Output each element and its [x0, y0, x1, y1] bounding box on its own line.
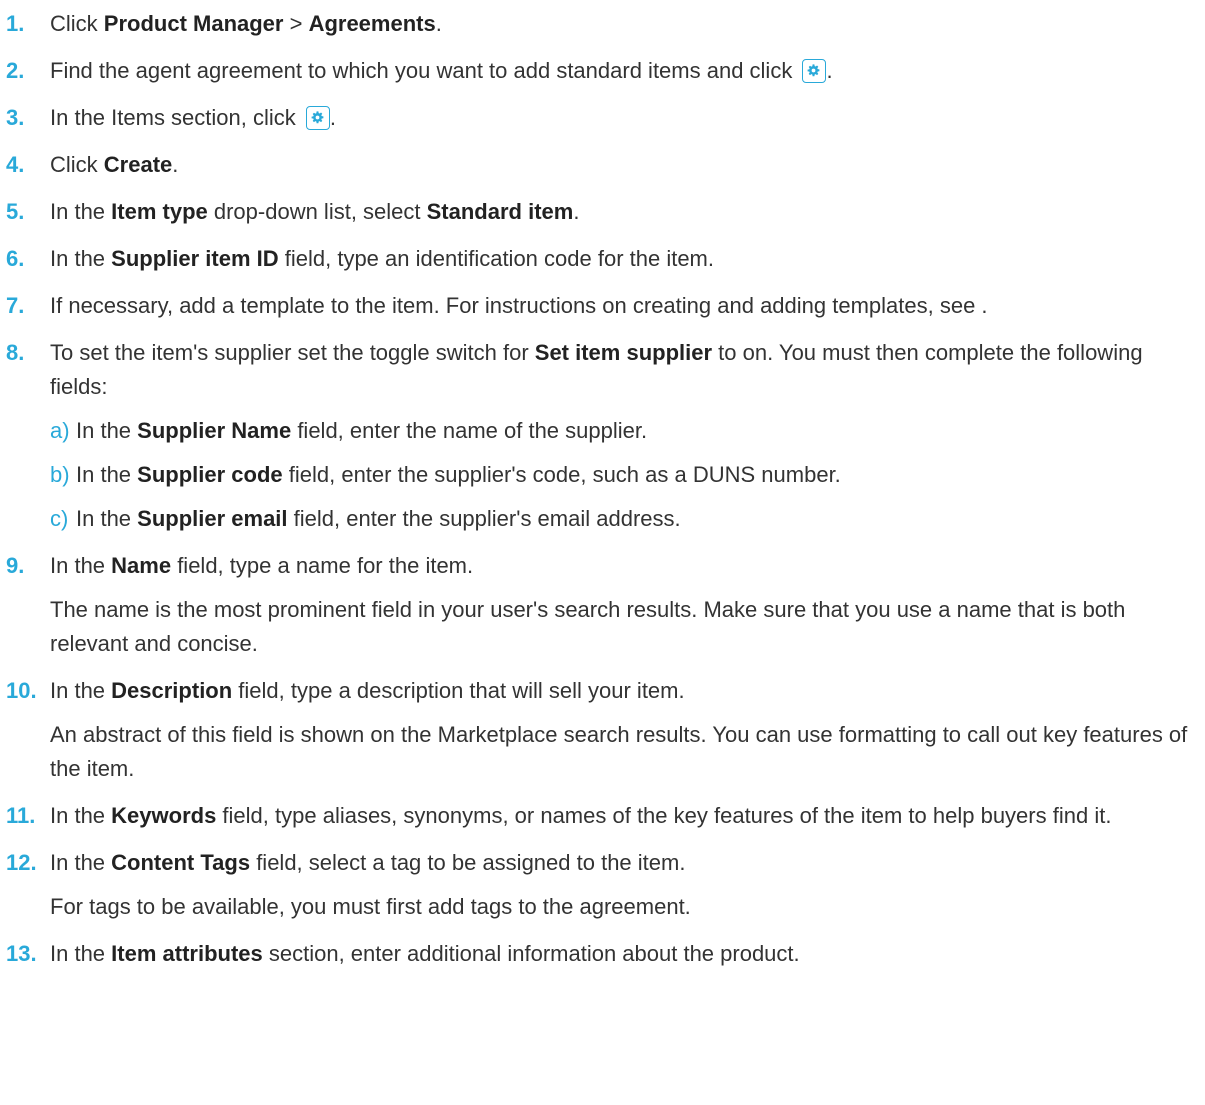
field-name: Supplier item ID: [111, 246, 279, 271]
step-text: In the: [50, 199, 112, 224]
field-name: Content Tags: [111, 850, 251, 875]
step-note: For tags to be available, you must first…: [50, 894, 691, 919]
step-text: .: [435, 11, 442, 36]
field-name: Supplier code: [137, 462, 283, 487]
field-name: Name: [111, 553, 172, 578]
step-5: 5. In the Item type drop-down list, sele…: [0, 195, 1200, 229]
substep-letter: c): [50, 506, 69, 531]
step-12: 12. In the Content Tags field, select a …: [0, 846, 1200, 924]
gear-icon: [311, 111, 324, 124]
step-text: drop-down list, select: [207, 199, 427, 224]
step-text: field, type a description that will sell…: [232, 678, 685, 703]
step-text: In the: [50, 553, 112, 578]
settings-button[interactable]: [802, 59, 827, 83]
step-text: Find the agent agreement to which you wa…: [50, 58, 799, 83]
step-11: 11. In the Keywords field, type aliases,…: [0, 799, 1200, 833]
step-number: 7.: [6, 293, 25, 318]
step-text: In the: [50, 941, 112, 966]
step-text: If necessary, add a template to the item…: [50, 293, 988, 318]
step-text: .: [573, 199, 580, 224]
step-number: 3.: [6, 105, 25, 130]
step-2: 2. Find the agent agreement to which you…: [0, 54, 1200, 88]
step-text: field, enter the supplier's code, such a…: [282, 462, 841, 487]
step-text: In the: [50, 678, 112, 703]
substep-letter: b): [50, 462, 70, 487]
step-10: 10. In the Description field, type a des…: [0, 674, 1200, 786]
step-text: In the: [50, 850, 112, 875]
step-6: 6. In the Supplier item ID field, type a…: [0, 242, 1200, 276]
gear-icon: [808, 64, 820, 77]
step-text: In the: [76, 462, 138, 487]
substep-c: c) In the Supplier email field, enter th…: [50, 502, 1200, 536]
step-note: An abstract of this field is shown on th…: [50, 722, 1188, 781]
step-text: Click: [50, 152, 104, 177]
step-number: 2.: [6, 58, 25, 83]
step-text: In the Items section, click: [50, 105, 302, 130]
create-label: Create: [103, 152, 173, 177]
step-9: 9. In the Name field, type a name for th…: [0, 549, 1200, 661]
field-name: Item type: [111, 199, 208, 224]
step-number: 10.: [6, 678, 37, 703]
step-number: 6.: [6, 246, 25, 271]
step-7: 7. If necessary, add a template to the i…: [0, 289, 1200, 323]
step-number: 1.: [6, 11, 25, 36]
step-text: field, enter the supplier's email addres…: [287, 506, 681, 531]
step-number: 4.: [6, 152, 25, 177]
field-name: Description: [111, 678, 233, 703]
settings-button[interactable]: [305, 106, 330, 130]
step-1: 1. Click Product Manager > Agreements.: [0, 7, 1200, 41]
step-text: In the: [50, 803, 112, 828]
step-text: field, type aliases, synonyms, or names …: [216, 803, 1112, 828]
step-text: .: [329, 105, 336, 130]
step-number: 5.: [6, 199, 25, 224]
step-text: field, type an identification code for t…: [278, 246, 714, 271]
step-text: field, select a tag to be assigned to th…: [250, 850, 686, 875]
step-3: 3. In the Items section, click .: [0, 101, 1200, 135]
step-text: field, type a name for the item.: [171, 553, 474, 578]
step-text: section, enter additional information ab…: [262, 941, 800, 966]
field-name: Set item supplier: [534, 340, 713, 365]
step-text: .: [172, 152, 179, 177]
step-text: >: [283, 11, 309, 36]
menu-agreements: Agreements: [308, 11, 436, 36]
step-number: 12.: [6, 850, 37, 875]
step-text: In the: [76, 506, 138, 531]
step-8: 8. To set the item's supplier set the to…: [0, 336, 1200, 536]
step-note: The name is the most prominent field in …: [50, 597, 1126, 656]
option-name: Standard item: [426, 199, 574, 224]
field-name: Supplier email: [137, 506, 288, 531]
step-text: To set the item's supplier set the toggl…: [50, 340, 535, 365]
step-13: 13. In the Item attributes section, ente…: [0, 937, 1200, 971]
step-text: .: [826, 58, 833, 83]
step-number: 11.: [6, 803, 36, 828]
substep-letter: a): [50, 418, 70, 443]
substep-b: b) In the Supplier code field, enter the…: [50, 458, 1200, 492]
field-name: Keywords: [111, 803, 217, 828]
field-name: Supplier Name: [137, 418, 292, 443]
step-4: 4. Click Create.: [0, 148, 1200, 182]
step-text: field, enter the name of the supplier.: [291, 418, 648, 443]
substep-a: a) In the Supplier Name field, enter the…: [50, 414, 1200, 448]
step-number: 8.: [6, 340, 25, 365]
step-text: In the: [76, 418, 138, 443]
step-number: 13.: [6, 941, 37, 966]
step-text: Click: [50, 11, 104, 36]
instruction-document: 1. Click Product Manager > Agreements. 2…: [0, 0, 1205, 984]
step-text: In the: [50, 246, 112, 271]
menu-product-manager: Product Manager: [103, 11, 284, 36]
field-name: Item attributes: [111, 941, 263, 966]
step-number: 9.: [6, 553, 25, 578]
